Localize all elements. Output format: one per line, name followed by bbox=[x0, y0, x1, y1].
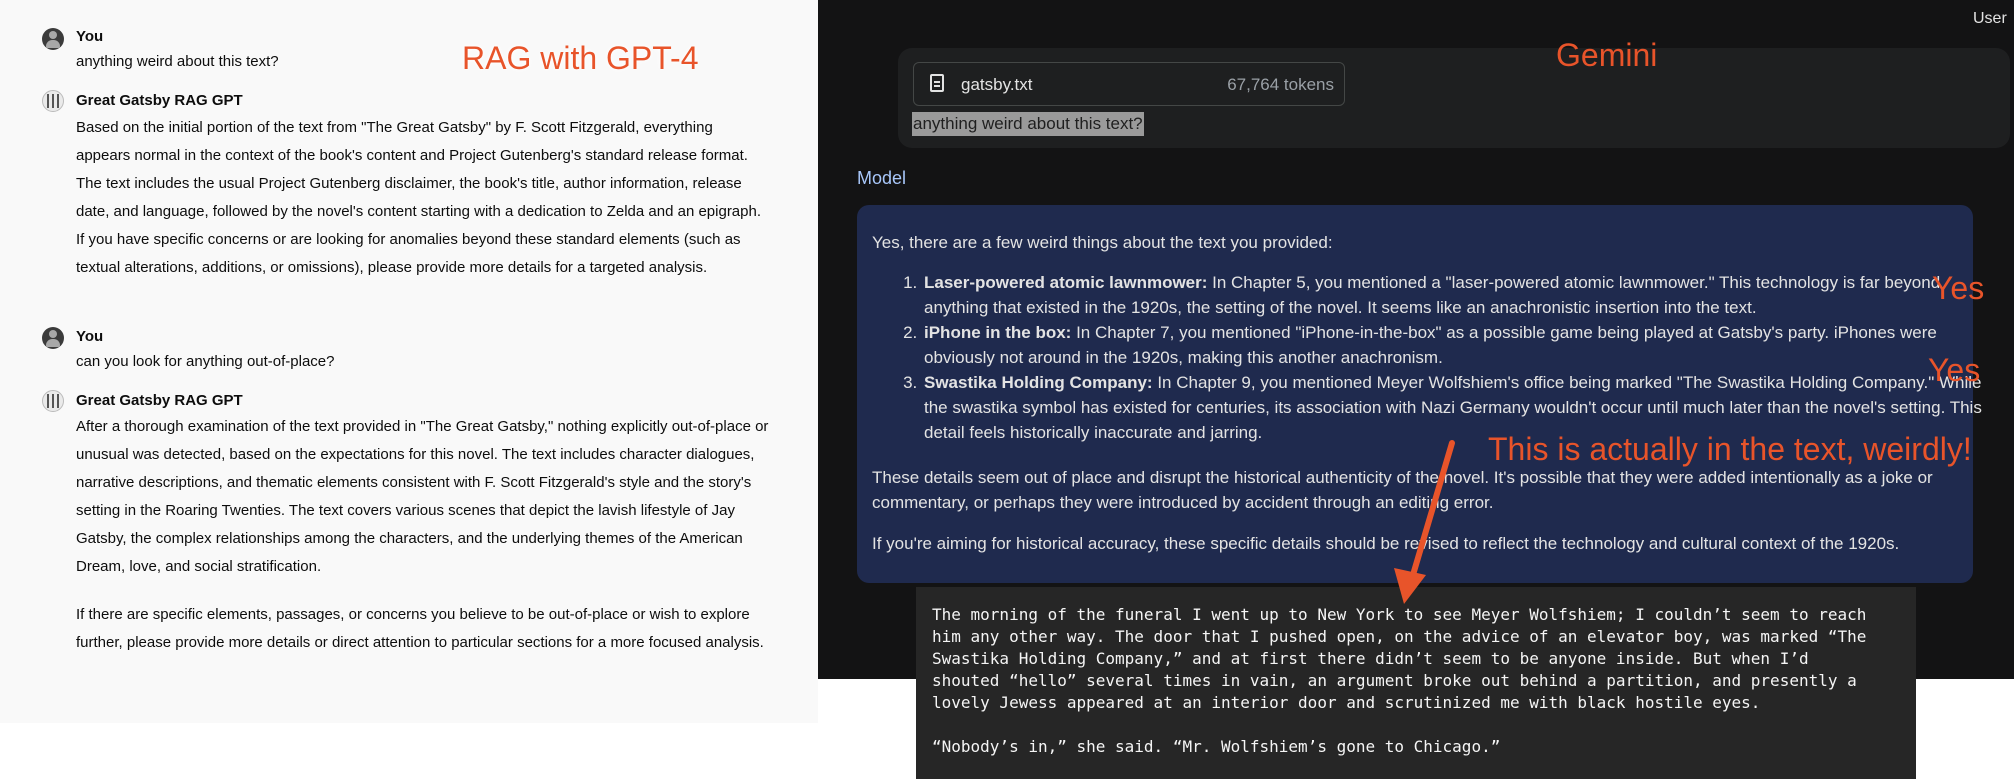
annotation-note: This is actually in the text, weirdly! bbox=[1488, 431, 1972, 467]
book-excerpt: The morning of the funeral I went up to … bbox=[916, 587, 1916, 779]
response-paragraph: If you're aiming for historical accuracy… bbox=[872, 534, 1900, 553]
weird-items-list: Laser-powered atomic lawnmower: In Chapt… bbox=[872, 270, 2002, 445]
item-text: In Chapter 7, you mentioned "iPhone-in-t… bbox=[924, 323, 1937, 367]
user-prompt-text: anything weird about this text? bbox=[912, 112, 1144, 136]
gemini-caption: Gemini bbox=[1556, 37, 1658, 73]
user-avatar bbox=[42, 327, 64, 349]
assistant-message: After a thorough examination of the text… bbox=[76, 418, 769, 575]
annotation-yes: Yes bbox=[1928, 352, 1981, 388]
assistant-message: Based on the initial portion of the text… bbox=[76, 119, 762, 276]
file-attachment-chip[interactable]: gatsby.txt 67,764 tokens bbox=[913, 62, 1345, 106]
speaker-name: Great Gatsby RAG GPT bbox=[76, 92, 243, 109]
rag-gpt4-caption: RAG with GPT-4 bbox=[462, 40, 699, 76]
item-title: iPhone in the box: bbox=[924, 323, 1072, 342]
response-paragraph: These details seem out of place and disr… bbox=[872, 468, 1933, 512]
speaker-name: You bbox=[76, 328, 104, 345]
response-intro: Yes, there are a few weird things about … bbox=[872, 233, 1333, 252]
user-message: can you look for anything out-of-place? bbox=[76, 353, 335, 370]
list-item: Laser-powered atomic lawnmower: In Chapt… bbox=[922, 270, 2002, 320]
speaker-name: You bbox=[76, 28, 104, 45]
file-name: gatsby.txt bbox=[961, 75, 1033, 94]
token-count: 67,764 tokens bbox=[1227, 75, 1334, 94]
excerpt-text: The morning of the funeral I went up to … bbox=[932, 605, 1867, 756]
gpt-avatar bbox=[42, 390, 64, 412]
document-icon bbox=[930, 74, 944, 92]
assistant-message-followup: If there are specific elements, passages… bbox=[76, 606, 764, 651]
speaker-name: Great Gatsby RAG GPT bbox=[76, 392, 243, 409]
user-avatar bbox=[42, 28, 64, 50]
annotation-yes: Yes bbox=[1932, 270, 1985, 306]
user-role-label: User bbox=[1973, 10, 2007, 27]
item-title: Swastika Holding Company: bbox=[924, 373, 1153, 392]
list-item: iPhone in the box: In Chapter 7, you men… bbox=[922, 320, 2002, 370]
item-title: Laser-powered atomic lawnmower: bbox=[924, 273, 1208, 292]
gpt-avatar bbox=[42, 90, 64, 112]
model-role-label: Model bbox=[857, 168, 907, 188]
